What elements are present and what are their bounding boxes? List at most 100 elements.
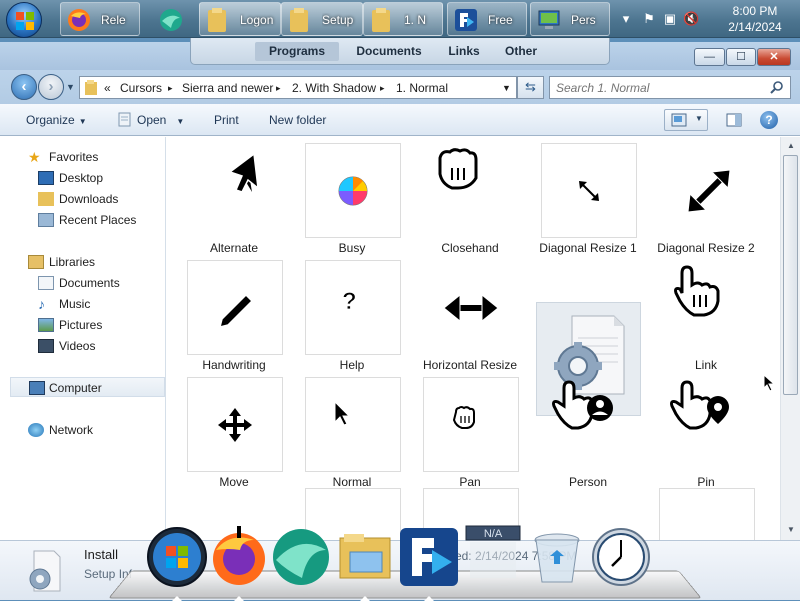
recycle-bin-icon[interactable] bbox=[526, 526, 588, 588]
breadcrumb-normal[interactable]: 1. Normal bbox=[396, 81, 448, 95]
nav-downloads[interactable]: Downloads bbox=[0, 189, 166, 209]
nav-music[interactable]: ♪ Music bbox=[0, 294, 166, 314]
taskbar-button-firefox[interactable]: Rele bbox=[60, 2, 140, 36]
folder-icon bbox=[290, 8, 310, 32]
nav-label: Computer bbox=[49, 381, 102, 395]
normal-cursor-icon bbox=[334, 400, 351, 426]
control-panel-icon bbox=[538, 10, 560, 29]
taskbar-button-logon[interactable]: Logon bbox=[199, 2, 281, 36]
file-handwriting[interactable]: Handwriting bbox=[175, 254, 293, 372]
scroll-down-icon[interactable]: ▼ bbox=[786, 525, 796, 534]
view-icon bbox=[671, 113, 687, 127]
file-thumbnail bbox=[423, 143, 519, 238]
breadcrumb-separator-icon[interactable]: ▸ bbox=[276, 83, 281, 94]
file-alternate[interactable]: Alternate bbox=[175, 137, 293, 255]
breadcrumb-separator-icon[interactable]: ▸ bbox=[168, 83, 173, 94]
file-link[interactable]: Link bbox=[647, 254, 765, 372]
refresh-button[interactable]: ⇆ bbox=[517, 76, 544, 99]
breadcrumb-overflow[interactable]: « bbox=[104, 81, 111, 95]
file-pan[interactable]: Pan bbox=[411, 371, 529, 489]
print-button[interactable]: Print bbox=[214, 113, 239, 127]
chevron-down-icon: ▼ bbox=[78, 117, 87, 126]
tab-documents[interactable]: Documents bbox=[349, 42, 429, 61]
file-diagonal-resize-1[interactable]: Diagonal Resize 1 bbox=[529, 137, 647, 255]
preview-pane-button[interactable] bbox=[720, 109, 746, 131]
tab-links[interactable]: Links bbox=[439, 42, 489, 61]
taskbar-button-1-normal[interactable]: 1. N bbox=[363, 2, 443, 36]
nav-recent-places[interactable]: Recent Places bbox=[0, 210, 166, 230]
search-input[interactable] bbox=[556, 80, 766, 96]
file-closehand[interactable]: Closehand bbox=[411, 137, 529, 255]
firefox-icon[interactable] bbox=[208, 526, 270, 588]
running-indicator bbox=[234, 596, 244, 601]
start-button[interactable] bbox=[6, 2, 42, 38]
nav-libraries[interactable]: Libraries bbox=[0, 252, 166, 272]
clock-time[interactable]: 8:00 PM bbox=[715, 4, 795, 18]
folder-icon bbox=[85, 80, 97, 95]
file-move[interactable]: Move bbox=[175, 371, 293, 489]
scrollbar-thumb[interactable] bbox=[783, 155, 798, 395]
nav-videos[interactable]: Videos bbox=[0, 336, 166, 356]
close-button[interactable]: ✕ bbox=[757, 48, 791, 66]
taskbar-button-setup[interactable]: Setup bbox=[281, 2, 363, 36]
file-horizontal-resize[interactable]: Horizontal Resize bbox=[411, 254, 529, 372]
nav-label: Libraries bbox=[49, 255, 96, 269]
taskbar-button-app[interactable] bbox=[146, 2, 196, 36]
explorer-folder-icon[interactable] bbox=[334, 526, 396, 588]
recent-pages-dropdown-icon[interactable]: ▼ bbox=[66, 82, 75, 92]
help-icon[interactable]: ? bbox=[760, 111, 778, 129]
nav-network[interactable]: Network bbox=[0, 420, 166, 440]
minimize-button[interactable]: — bbox=[694, 48, 725, 66]
clock-icon[interactable] bbox=[590, 526, 652, 588]
breadcrumb-separator-icon[interactable]: ▸ bbox=[380, 83, 385, 94]
file-pin[interactable]: Pin bbox=[647, 371, 765, 489]
file-normal[interactable]: Normal bbox=[293, 371, 411, 489]
volume-muted-icon[interactable]: 🔇 bbox=[683, 11, 699, 27]
file-thumbnail bbox=[187, 377, 283, 472]
chevron-down-icon[interactable]: ▾ bbox=[618, 11, 634, 27]
app-arrow-icon[interactable] bbox=[398, 526, 460, 588]
vertical-scrollbar[interactable]: ▲ ▼ bbox=[780, 137, 800, 540]
address-bar[interactable]: « Cursors ▸ Sierra and newer ▸ 2. With S… bbox=[79, 76, 517, 99]
change-view-button[interactable]: ▼ bbox=[664, 109, 708, 131]
new-folder-button[interactable]: New folder bbox=[269, 113, 326, 127]
taskbar-button-free[interactable]: Free bbox=[447, 2, 527, 36]
windows-flag-icon bbox=[16, 12, 34, 30]
tab-other[interactable]: Other bbox=[497, 42, 545, 61]
na-icon[interactable]: N/A bbox=[462, 524, 524, 586]
link-cursor-icon bbox=[674, 265, 720, 317]
file-name: Pin bbox=[697, 475, 715, 489]
network-icon[interactable]: ▣ bbox=[662, 11, 678, 27]
nav-desktop[interactable]: Desktop bbox=[0, 168, 166, 188]
open-menu[interactable]: Open ▼ bbox=[137, 113, 184, 127]
scroll-up-icon[interactable]: ▲ bbox=[786, 141, 796, 150]
file-busy[interactable]: Busy bbox=[293, 137, 411, 255]
nav-computer[interactable]: Computer bbox=[10, 377, 165, 397]
file-thumbnail bbox=[305, 377, 401, 472]
address-dropdown-icon[interactable]: ▼ bbox=[502, 83, 511, 93]
clock-date[interactable]: 2/14/2024 bbox=[715, 20, 795, 34]
action-center-flag-icon[interactable]: ⚑ bbox=[641, 11, 657, 27]
forward-button[interactable]: › bbox=[38, 74, 64, 100]
search-icon[interactable] bbox=[770, 80, 784, 94]
app-globe-icon[interactable] bbox=[270, 526, 332, 588]
organize-menu[interactable]: Organize ▼ bbox=[26, 113, 87, 127]
breadcrumb-with-shadow[interactable]: 2. With Shadow bbox=[292, 81, 376, 95]
nav-label: Videos bbox=[59, 339, 96, 353]
recent-places-icon bbox=[38, 213, 54, 227]
nav-pictures[interactable]: Pictures bbox=[0, 315, 166, 335]
back-button[interactable]: ‹ bbox=[11, 74, 37, 100]
file-person[interactable]: Person bbox=[529, 371, 647, 489]
file-help[interactable]: ? Help bbox=[293, 254, 411, 372]
pan-cursor-icon bbox=[452, 406, 475, 429]
maximize-button[interactable]: ☐ bbox=[726, 48, 756, 66]
nav-documents[interactable]: Documents bbox=[0, 273, 166, 293]
taskbar-button-personalization[interactable]: Pers bbox=[530, 2, 610, 36]
windows-start-icon[interactable] bbox=[146, 526, 208, 588]
tab-programs[interactable]: Programs bbox=[255, 42, 339, 61]
breadcrumb-sierra[interactable]: Sierra and newer bbox=[182, 81, 273, 95]
file-diagonal-resize-2[interactable]: Diagonal Resize 2 bbox=[647, 137, 765, 255]
breadcrumb-cursors[interactable]: Cursors bbox=[120, 81, 162, 95]
nav-favorites[interactable]: ★ Favorites bbox=[0, 147, 166, 167]
search-box[interactable] bbox=[549, 76, 791, 99]
